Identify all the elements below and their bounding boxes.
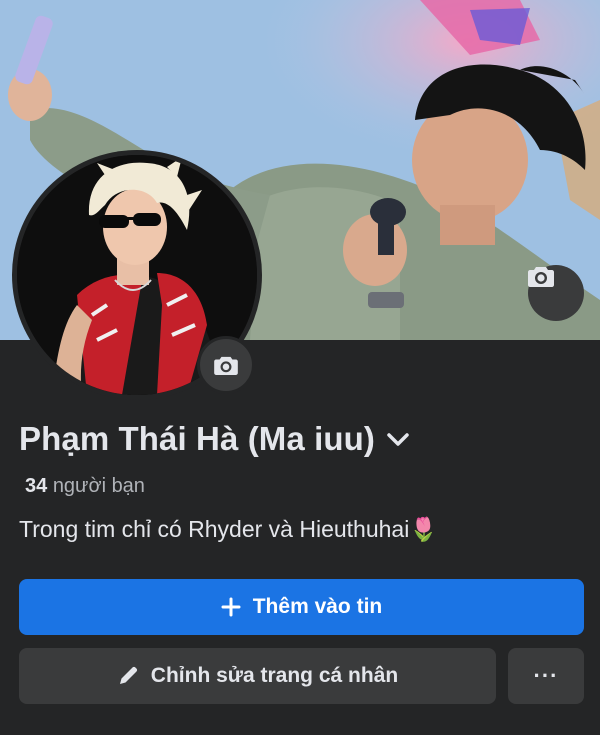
profile-page: Phạm Thái Hà (Ma iuu) 34 người bạn Trong… [0, 0, 600, 735]
edit-profile-button[interactable]: Chỉnh sửa trang cá nhân [19, 648, 496, 704]
add-to-story-label: Thêm vào tin [252, 595, 383, 618]
avatar-camera-button[interactable] [197, 336, 255, 394]
camera-icon [528, 267, 554, 287]
plus-icon [221, 597, 241, 617]
more-options-label: ··· [533, 663, 559, 688]
pencil-icon [117, 665, 139, 687]
friends-count-link[interactable]: 34 người bạn [25, 475, 145, 498]
profile-name-dropdown[interactable]: Phạm Thái Hà (Ma iuu) [19, 420, 409, 458]
profile-bio: Trong tim chỉ có Rhyder và Hieuthuhai🌷 [19, 516, 438, 542]
edit-profile-label: Chỉnh sửa trang cá nhân [150, 664, 399, 687]
cover-camera-button[interactable] [528, 265, 584, 321]
camera-icon [214, 356, 238, 375]
friends-label: người bạn [52, 475, 145, 497]
profile-name: Phạm Thái Hà (Ma iuu) [19, 420, 375, 457]
more-options-button[interactable]: ··· [508, 648, 584, 704]
friends-count: 34 [25, 475, 48, 497]
chevron-down-icon [387, 433, 409, 446]
add-to-story-button[interactable]: Thêm vào tin [19, 579, 584, 635]
